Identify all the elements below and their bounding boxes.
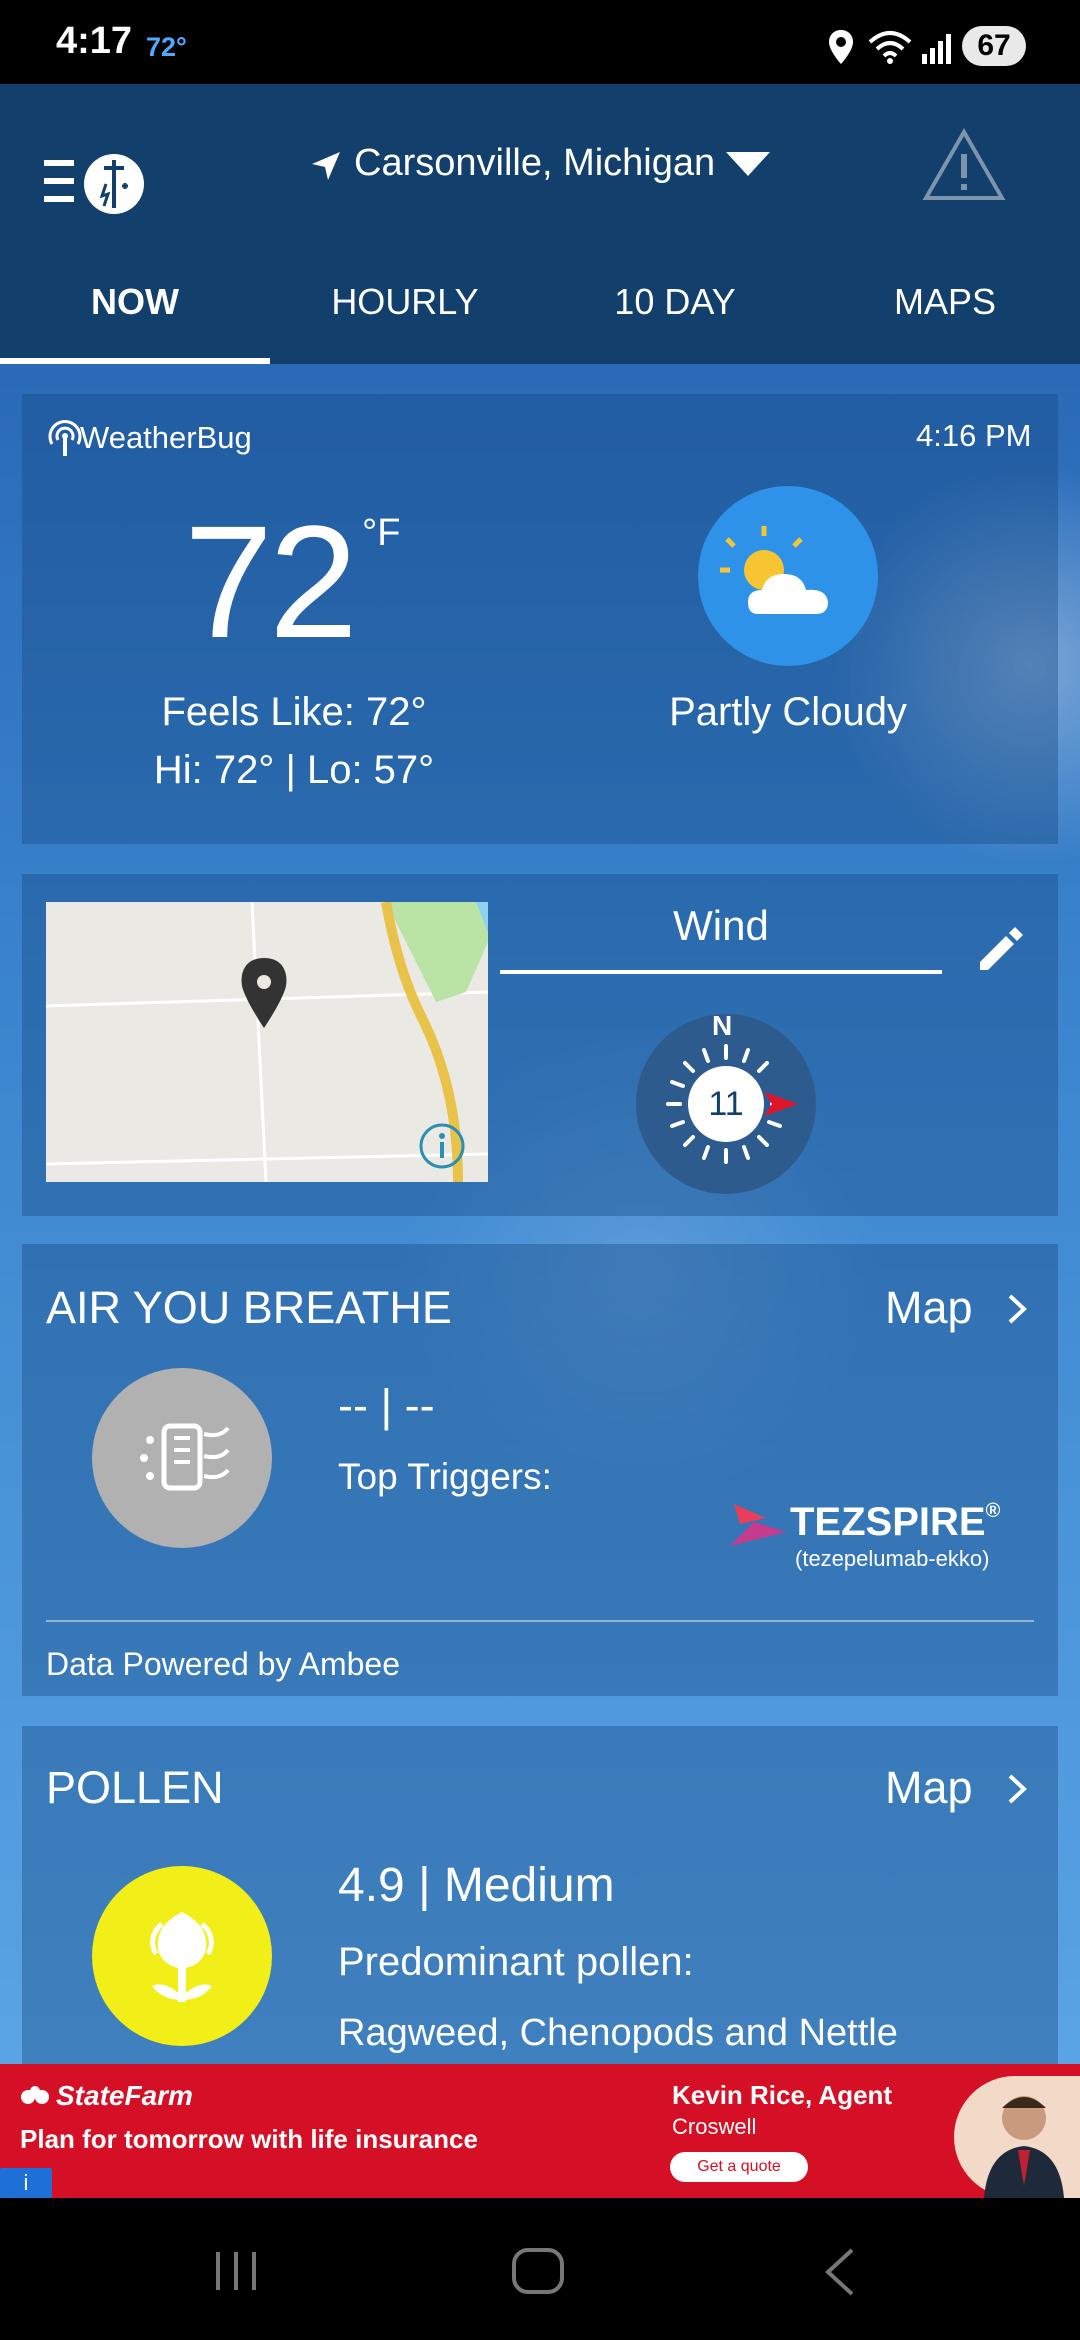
current-temperature: 72 (184, 492, 358, 671)
tab-maps[interactable]: MAPS (810, 270, 1080, 364)
chevron-right-icon[interactable] (1006, 1292, 1030, 1331)
status-temp: 72° (146, 32, 187, 62)
recent-apps-icon[interactable] (212, 2248, 262, 2299)
ad-message: Plan for tomorrow with life insurance (20, 2124, 478, 2154)
home-icon[interactable] (510, 2246, 566, 2301)
location-map[interactable] (46, 902, 488, 1182)
pollen-title: POLLEN (46, 1762, 224, 1813)
sponsor-sub: (tezepelumab-ekko) (795, 1546, 990, 1571)
weatherbug-signal-icon (46, 418, 84, 463)
sponsor-name[interactable]: TEZSPIRE® (790, 1500, 1000, 1545)
pollen-flower-icon (92, 1866, 272, 2046)
tab-now[interactable]: NOW (0, 270, 270, 364)
location-arrow-icon (308, 148, 344, 189)
location-selector[interactable]: Carsonville, Michigan (354, 142, 715, 185)
ad-brand: StateFarm (56, 2080, 193, 2111)
feels-like: Feels Like: 72° (161, 690, 427, 734)
pollen-types: Ragweed, Chenopods and Nettle (338, 2012, 898, 2054)
ad-agent: Kevin Rice, Agent (672, 2080, 893, 2110)
pollen-value: 4.9 | Medium (338, 1859, 615, 1912)
statefarm-logo-icon (20, 2086, 50, 2113)
hi-lo: Hi: 72° | Lo: 57° (153, 748, 435, 792)
map-info-icon[interactable] (418, 1122, 466, 1175)
temperature-unit: °F (362, 512, 401, 554)
chevron-down-icon[interactable] (724, 150, 772, 183)
air-divider (46, 1620, 1034, 1622)
wind-underline (500, 970, 942, 974)
location-icon (828, 30, 854, 69)
top-triggers-label: Top Triggers: (338, 1456, 552, 1497)
battery-indicator: 67 (962, 26, 1026, 66)
ad-info-button[interactable]: i (0, 2168, 52, 2198)
status-bar: 4:17 72° 67 (0, 0, 1080, 84)
chevron-right-icon[interactable] (1006, 1772, 1030, 1811)
wind-speed: 11 (688, 1066, 764, 1142)
powered-by-label: Data Powered by Ambee (46, 1646, 400, 1682)
air-filter-icon (92, 1368, 272, 1548)
signal-icon (920, 32, 954, 69)
brand-label: WeatherBug (80, 420, 252, 455)
tab-bar: NOW HOURLY 10 DAY MAPS (0, 270, 1080, 364)
get-quote-button[interactable]: Get a quote (670, 2152, 808, 2182)
alert-icon[interactable] (922, 127, 1006, 207)
pollen-map-link[interactable]: Map (885, 1762, 973, 1814)
agent-photo (954, 2076, 1080, 2198)
ad-city: Croswell (672, 2114, 757, 2139)
pollen-label: Predominant pollen: (338, 1940, 694, 1984)
back-icon[interactable] (820, 2246, 860, 2303)
air-map-link[interactable]: Map (885, 1282, 973, 1334)
compass-north-label: N (712, 1010, 733, 1041)
menu-icon[interactable] (44, 144, 154, 229)
tab-10-day[interactable]: 10 DAY (540, 270, 810, 364)
updated-time: 4:16 PM (916, 418, 1032, 453)
condition-label: Partly Cloudy (669, 690, 907, 734)
wifi-icon (868, 30, 912, 69)
system-nav-bar (0, 2198, 1080, 2340)
ad-banner[interactable]: StateFarm Plan for tomorrow with life in… (0, 2064, 1080, 2198)
tab-hourly[interactable]: HOURLY (270, 270, 540, 364)
wind-title: Wind (673, 902, 769, 949)
air-title: AIR YOU BREATHE (46, 1282, 452, 1333)
air-quality-value: -- | -- (338, 1380, 435, 1431)
status-time: 4:17 (56, 20, 133, 62)
tezspire-logo-icon (726, 1496, 790, 1559)
edit-pencil-icon[interactable] (974, 922, 1028, 981)
partly-cloudy-icon (698, 486, 878, 666)
